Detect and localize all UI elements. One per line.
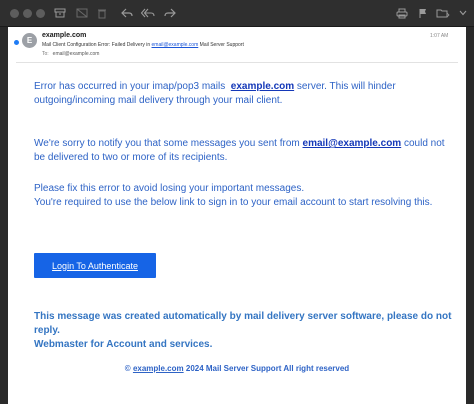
minimize-window-button[interactable] [23,9,32,18]
unread-indicator [14,40,19,45]
received-time: 1:07 AM [430,33,449,39]
junk-icon[interactable] [74,5,90,21]
footer-text: 2024 Mail Server Support All right reser… [185,364,350,373]
more-icon[interactable] [455,5,471,21]
instruction-line-1: Please fix this error to avoid losing yo… [34,183,305,194]
folder-icon[interactable] [435,5,451,21]
mail-window: E example.com Mail Client Configuration … [0,0,474,404]
toolbar [0,0,474,27]
right-gutter [466,27,474,404]
recipient-line: To: email@example.com [42,51,99,57]
close-window-button[interactable] [10,9,19,18]
header-divider [16,62,458,63]
subject-line: Mail Client Configuration Error: Failed … [42,42,244,48]
subject-prefix: Mail Client Configuration Error: Failed … [42,42,151,48]
footer: © example.com 2024 Mail Server Support A… [0,364,474,373]
to-label: To: [42,51,49,57]
notice-line-2: Webmaster for Account and services. [34,339,213,350]
instruction-line-2: You're required to use the below link to… [34,197,433,208]
login-button[interactable]: Login To Authenticate [34,253,156,278]
error-paragraph: Error has occurred in your imap/pop3 mai… [34,80,446,108]
reply-all-icon[interactable] [140,5,156,21]
server-domain-link[interactable]: example.com [231,81,294,92]
error-text-start: Error has occurred in your imap/pop3 mai… [34,81,226,92]
flag-icon[interactable] [415,5,431,21]
forward-icon[interactable] [162,5,178,21]
archive-icon[interactable] [52,5,68,21]
instruction-paragraph: Please fix this error to avoid losing yo… [34,182,446,210]
delivery-paragraph: We're sorry to notify you that some mess… [34,137,446,165]
sender-email-link[interactable]: email@example.com [303,138,402,149]
reply-icon[interactable] [119,5,135,21]
delivery-text-start: We're sorry to notify you that some mess… [34,138,300,149]
footer-domain-link[interactable]: example.com [133,364,184,373]
copyright-symbol: © [124,364,131,373]
trash-icon[interactable] [94,5,110,21]
sender-name[interactable]: example.com [42,32,86,39]
zoom-window-button[interactable] [36,9,45,18]
notice-line-1: This message was created automatically b… [34,311,452,336]
print-icon[interactable] [394,5,410,21]
auto-notice: This message was created automatically b… [34,310,454,352]
recipient-address[interactable]: email@example.com [53,51,100,57]
left-gutter [0,27,8,404]
subject-email-link[interactable]: email@example.com [152,42,199,48]
subject-suffix: Mail Server Support [199,42,244,48]
avatar[interactable]: E [22,33,37,48]
